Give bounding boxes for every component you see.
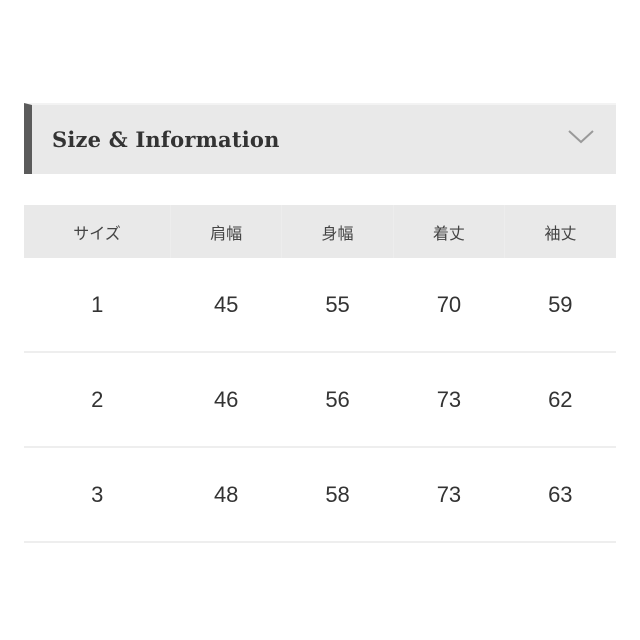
cell-body-width: 58 — [281, 447, 394, 543]
chevron-down-icon[interactable] — [568, 129, 594, 145]
size-information-accordion[interactable]: Size & Information — [24, 103, 616, 174]
cell-shoulder-width: 48 — [170, 447, 282, 543]
column-header-size: サイズ — [24, 205, 171, 258]
column-header-sleeve-length: 袖丈 — [504, 205, 616, 258]
cell-size: 3 — [24, 447, 171, 543]
column-header-body-width: 身幅 — [281, 205, 394, 258]
size-table: サイズ 肩幅 身幅 着丈 袖丈 1 45 55 70 59 2 46 56 73… — [24, 205, 616, 543]
cell-size: 1 — [24, 258, 171, 353]
column-header-length: 着丈 — [392, 205, 505, 258]
cell-length: 73 — [393, 352, 505, 448]
cell-body-width: 55 — [281, 258, 394, 353]
cell-body-width: 56 — [281, 352, 394, 448]
cell-sleeve-length: 59 — [504, 258, 616, 353]
cell-sleeve-length: 62 — [504, 352, 616, 448]
table-row: 2 46 56 73 62 — [24, 352, 616, 448]
cell-sleeve-length: 63 — [504, 447, 616, 543]
cell-shoulder-width: 45 — [170, 258, 282, 353]
accordion-title: Size & Information — [52, 127, 280, 152]
table-row: 3 48 58 73 63 — [24, 447, 616, 543]
cell-length: 73 — [393, 447, 505, 543]
table-header-row: サイズ 肩幅 身幅 着丈 袖丈 — [24, 205, 616, 258]
column-header-shoulder-width: 肩幅 — [169, 205, 282, 258]
cell-length: 70 — [393, 258, 505, 353]
table-row: 1 45 55 70 59 — [24, 258, 616, 353]
cell-size: 2 — [24, 352, 171, 448]
cell-shoulder-width: 46 — [170, 352, 282, 448]
